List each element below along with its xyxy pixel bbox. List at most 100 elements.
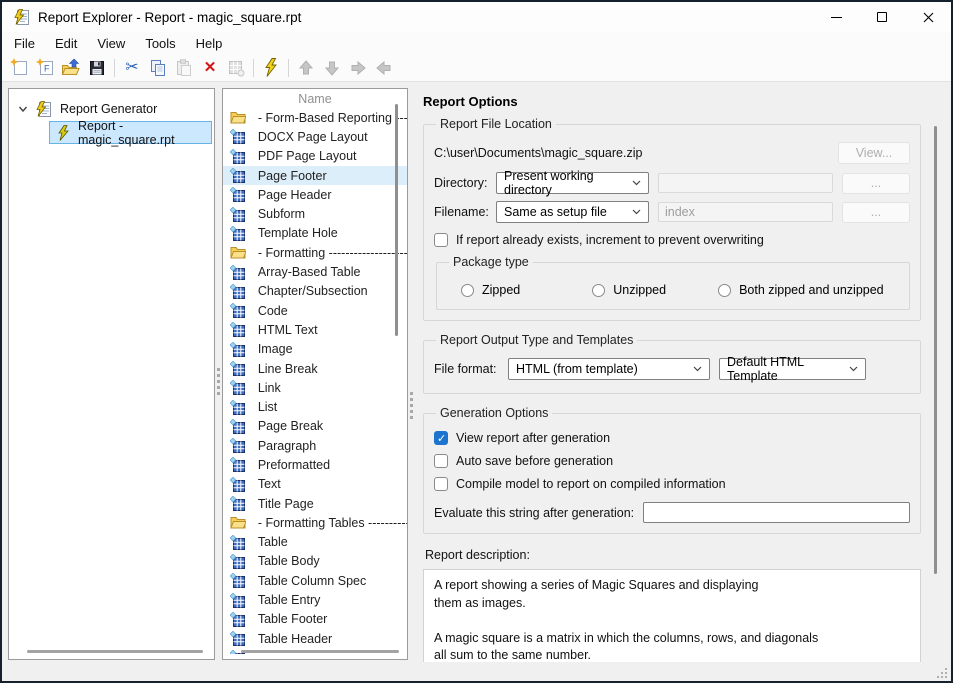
list-item-label: Table Entry bbox=[258, 593, 321, 607]
list-item[interactable]: Table Header bbox=[223, 629, 407, 648]
component-grid-icon bbox=[230, 477, 246, 492]
minimize-button[interactable] bbox=[813, 2, 859, 32]
list-item[interactable]: Text bbox=[223, 475, 407, 494]
list-item-label: Line Break bbox=[258, 362, 318, 376]
component-grid-icon bbox=[230, 207, 246, 222]
move-down-button[interactable] bbox=[319, 56, 345, 80]
list-item[interactable]: Preformatted bbox=[223, 455, 407, 474]
list-item-label: Title Page bbox=[258, 497, 314, 511]
menu-view[interactable]: View bbox=[95, 36, 127, 51]
list-item[interactable]: Link bbox=[223, 378, 407, 397]
cut-button[interactable]: ✂ bbox=[119, 56, 145, 80]
zipped-radio[interactable] bbox=[461, 284, 474, 297]
panel-splitter[interactable] bbox=[215, 88, 222, 662]
list-item[interactable]: Table Footer bbox=[223, 610, 407, 629]
move-up-button[interactable] bbox=[293, 56, 319, 80]
list-item[interactable]: Page Break bbox=[223, 417, 407, 436]
generate-report-button[interactable] bbox=[258, 56, 284, 80]
component-grid-icon bbox=[230, 612, 246, 627]
tree-item-report-selected[interactable]: Report - magic_square.rpt bbox=[49, 121, 212, 144]
list-item-label: Page Header bbox=[258, 188, 332, 202]
list-item-label: List bbox=[258, 400, 277, 414]
list-item[interactable]: Table Body bbox=[223, 552, 407, 571]
list-item[interactable]: Page Footer bbox=[223, 166, 407, 185]
increment-checkbox[interactable] bbox=[434, 233, 448, 247]
component-grid-icon bbox=[230, 187, 246, 202]
save-button[interactable] bbox=[84, 56, 110, 80]
tree-root-report-generator[interactable]: Report Generator bbox=[9, 97, 214, 121]
tree-panel: Report Generator Report - magic_square.r… bbox=[8, 88, 215, 660]
list-item[interactable]: Table Entry bbox=[223, 590, 407, 609]
directory-select[interactable]: Present working directory bbox=[496, 172, 649, 194]
list-item[interactable]: Line Break bbox=[223, 359, 407, 378]
filename-field[interactable] bbox=[658, 202, 833, 222]
list-item[interactable]: DOCX Page Layout bbox=[223, 127, 407, 146]
list-item[interactable]: Paragraph bbox=[223, 436, 407, 455]
maximize-button[interactable] bbox=[859, 2, 905, 32]
view-button[interactable]: View... bbox=[838, 142, 910, 164]
menu-file[interactable]: File bbox=[12, 36, 37, 51]
list-item[interactable]: HTML Text bbox=[223, 320, 407, 339]
package-type-group: Package type Zipped Unzipped Both zipped… bbox=[436, 255, 910, 310]
report-description-textarea[interactable]: A report showing a series of Magic Squar… bbox=[423, 569, 921, 665]
table-button[interactable] bbox=[223, 56, 249, 80]
open-button[interactable] bbox=[58, 56, 84, 80]
new-setup-button[interactable] bbox=[6, 56, 32, 80]
main-area: Report Generator Report - magic_square.r… bbox=[2, 82, 951, 662]
copy-button[interactable] bbox=[145, 56, 171, 80]
compile-model-checkbox[interactable] bbox=[434, 477, 448, 491]
filename-select[interactable]: Same as setup file bbox=[496, 201, 649, 223]
directory-browse-button[interactable]: ... bbox=[842, 173, 910, 194]
move-right-button[interactable] bbox=[345, 56, 371, 80]
file-format-select[interactable]: HTML (from template) bbox=[508, 358, 710, 380]
component-grid-icon bbox=[230, 322, 246, 337]
open-folder-icon bbox=[61, 58, 81, 77]
delete-button[interactable]: ✕ bbox=[197, 56, 223, 80]
list-item[interactable]: List bbox=[223, 397, 407, 416]
unzipped-radio[interactable] bbox=[592, 284, 605, 297]
panel-splitter[interactable] bbox=[408, 88, 415, 662]
new-form-button[interactable]: F bbox=[32, 56, 58, 80]
list-item[interactable]: Page Header bbox=[223, 185, 407, 204]
filename-browse-button[interactable]: ... bbox=[842, 202, 910, 223]
svg-text:F: F bbox=[44, 64, 50, 74]
list-item[interactable]: Chapter/Subsection bbox=[223, 282, 407, 301]
list-item[interactable]: - Formatting ---------------------- bbox=[223, 243, 407, 262]
list-item[interactable]: Code bbox=[223, 301, 407, 320]
auto-save-checkbox[interactable] bbox=[434, 454, 448, 468]
view-report-checkbox[interactable] bbox=[434, 431, 448, 445]
component-grid-icon bbox=[230, 149, 246, 164]
list-item[interactable]: PDF Page Layout bbox=[223, 147, 407, 166]
list-item-label: Table Footer bbox=[258, 612, 327, 626]
menu-tools[interactable]: Tools bbox=[143, 36, 177, 51]
list-item[interactable]: Table Column Spec bbox=[223, 571, 407, 590]
vertical-scrollbar-thumb[interactable] bbox=[395, 104, 398, 336]
component-grid-icon bbox=[230, 342, 246, 357]
both-zipped-radio[interactable] bbox=[718, 284, 731, 297]
vertical-scrollbar-thumb[interactable] bbox=[934, 126, 937, 574]
list-item[interactable]: Subform bbox=[223, 204, 407, 223]
directory-path-field[interactable] bbox=[658, 173, 833, 193]
paste-button[interactable] bbox=[171, 56, 197, 80]
horizontal-scrollbar-thumb[interactable] bbox=[27, 650, 203, 653]
list-item[interactable]: Title Page bbox=[223, 494, 407, 513]
folder-icon bbox=[230, 111, 246, 124]
list-item-label: Text bbox=[258, 477, 281, 491]
list-item[interactable]: Table bbox=[223, 533, 407, 552]
chevron-down-icon bbox=[693, 366, 702, 372]
horizontal-scrollbar-thumb[interactable] bbox=[241, 650, 399, 653]
list-item-label: Array-Based Table bbox=[258, 265, 361, 279]
list-item[interactable]: Image bbox=[223, 340, 407, 359]
move-left-button[interactable] bbox=[371, 56, 397, 80]
evaluate-string-input[interactable] bbox=[643, 502, 910, 523]
menu-help[interactable]: Help bbox=[194, 36, 225, 51]
list-item[interactable]: Template Hole bbox=[223, 224, 407, 243]
list-item[interactable]: - Formatting Tables ---------------- bbox=[223, 513, 407, 532]
list-item[interactable]: - Form-Based Reporting ------------ bbox=[223, 108, 407, 127]
menu-edit[interactable]: Edit bbox=[53, 36, 79, 51]
list-item[interactable]: Array-Based Table bbox=[223, 262, 407, 281]
list-column-header-name[interactable]: Name bbox=[223, 89, 407, 108]
close-button[interactable] bbox=[905, 2, 951, 32]
template-select[interactable]: Default HTML Template bbox=[719, 358, 866, 380]
resize-grip-icon[interactable] bbox=[935, 666, 947, 678]
